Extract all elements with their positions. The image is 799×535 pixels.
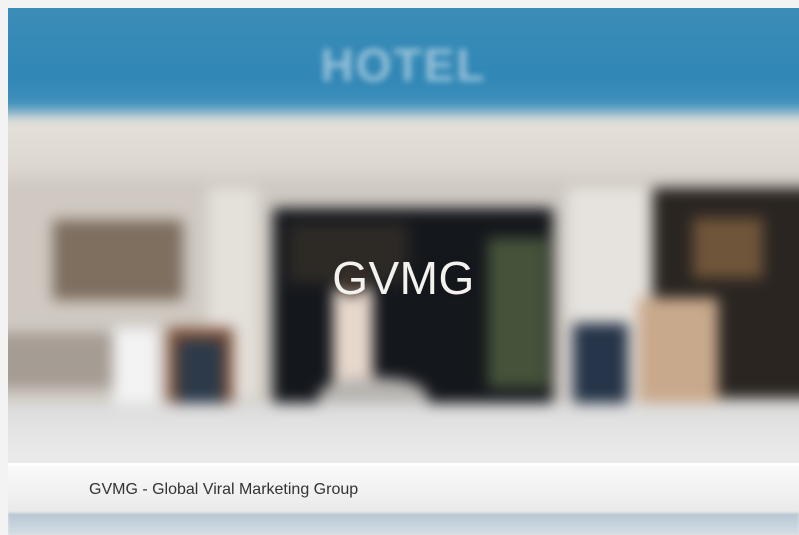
next-card-preview	[8, 513, 799, 535]
hero-title: GVMG	[332, 252, 475, 304]
caption-link[interactable]: GVMG - Global Viral Marketing Group	[89, 481, 358, 499]
caption-bar[interactable]: GVMG - Global Viral Marketing Group	[8, 463, 799, 516]
article-card[interactable]: HOTEL GVMG GVMG - Global Viral Marketing…	[8, 8, 799, 535]
hero-image[interactable]: HOTEL GVMG	[8, 8, 799, 458]
hotel-sign: HOTEL	[320, 39, 487, 91]
